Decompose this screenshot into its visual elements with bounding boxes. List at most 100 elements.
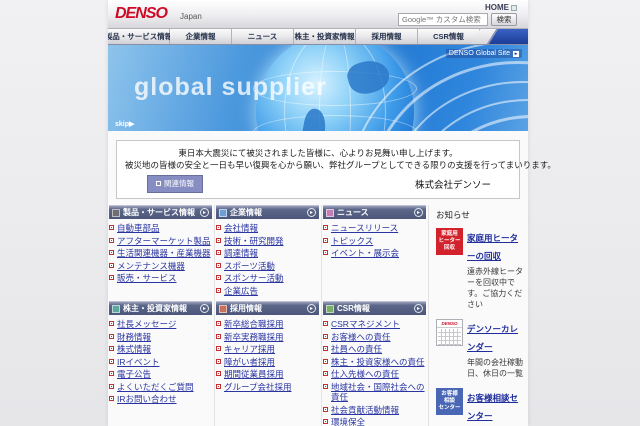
red-square-bullet-icon [323,250,328,255]
link-item: 株式情報 [109,344,212,355]
section-link[interactable]: 社長メッセージ [117,319,176,330]
section-link[interactable]: スポンサー活動 [224,273,284,284]
section-link[interactable]: 期間従業員採用 [224,369,284,380]
section-link[interactable]: スポーツ活動 [224,261,275,272]
section-news: ニュース ▸ ニュースリリース トピックス イベント・展示会 [323,205,426,297]
section-link[interactable]: トピックス [331,236,373,247]
section-title: 製品・サービス情報 [123,208,195,217]
section-csr: CSR情報 ▸ CSRマネジメント お客様への責任 社員への責任 株主・投資家様への責… [323,301,426,426]
section-link[interactable]: 会社情報 [224,223,258,234]
link-item: 社長メッセージ [109,319,212,330]
support-center-icon[interactable]: お客様 相談 センター [436,388,463,415]
link-item: 自動車部品 [109,223,212,234]
section-arrow-icon[interactable]: ▸ [414,304,423,313]
link-item: 期間従業員採用 [216,369,319,380]
red-square-bullet-icon [109,396,114,401]
link-item: グループ会社採用 [216,382,319,393]
logo-region-label: Japan [180,12,202,21]
section-link[interactable]: お客様への責任 [331,332,391,343]
red-square-bullet-icon [323,333,328,339]
red-square-bullet-icon [216,333,221,339]
section-link[interactable]: キャリア採用 [224,344,275,355]
section-link[interactable]: 株式情報 [117,344,151,355]
section-link[interactable]: 社会貢献活動情報 [331,405,399,416]
section-link[interactable]: 企業広告 [224,286,258,297]
link-item: スポーツ活動 [216,261,319,272]
heater-recall-icon[interactable]: 家庭用 ヒーター 回収 [436,228,463,255]
red-square-bullet-icon [216,321,221,326]
section-link[interactable]: よくいただくご質問 [117,382,194,393]
section-link[interactable]: 調達情報 [224,248,258,259]
nav-tab-6[interactable]: CSR情報 [418,29,480,44]
link-item: IRイベント [109,357,212,368]
heater-recall-desc: 遠赤外線ヒーターを回収中です。ご協力ください [467,267,523,309]
section-link[interactable]: 株主・投資家様への責任 [331,357,425,368]
section-link[interactable]: IRイベント [117,357,160,368]
section-link[interactable]: アフターマーケット製品 [117,236,211,247]
link-item: CSRマネジメント [323,319,426,330]
nav-tab-5[interactable]: 採用情報 [356,29,418,44]
global-site-link[interactable]: DENSO Global Site ▸ [445,49,522,58]
section-link[interactable]: CSRマネジメント [331,319,400,330]
section-arrow-icon[interactable]: ▸ [307,304,316,313]
nav-tab-1[interactable]: 製品・サービス情報 [108,29,172,44]
column-1: 製品・サービス情報 ▸ 自動車部品アフターマーケット製品 生活関連機器・産業機器メ… [108,205,215,426]
section-link[interactable]: 障がい者採用 [224,357,275,368]
link-item: 生活関連機器・産業機器 [109,248,212,259]
red-square-bullet-icon [323,346,328,351]
calendar-link[interactable]: デンソーカレンダー [467,324,518,352]
section-link[interactable]: 技術・研究開発 [224,236,284,247]
section-arrow-icon[interactable]: ▸ [200,304,209,313]
section-arrow-icon[interactable]: ▸ [414,208,423,217]
home-link[interactable]: HOME [485,3,517,12]
link-item: トピックス [323,236,426,247]
red-square-bullet-icon [323,237,328,243]
section-link[interactable]: 財務情報 [117,332,151,343]
section-title: 企業情報 [230,208,262,217]
red-square-bullet-icon [323,321,328,326]
section-link[interactable]: 生活関連機器・産業機器 [117,248,211,259]
section-link[interactable]: グループ会社採用 [224,382,292,393]
search-button[interactable]: 検索 [491,13,517,26]
heater-recall-link[interactable]: 家庭用ヒーターの回収 [467,233,518,261]
global-site-label: DENSO Global Site [448,50,510,57]
section-link[interactable]: 自動車部品 [117,223,160,234]
nav-tab-2[interactable]: 企業情報 [170,29,232,44]
section-link[interactable]: 電子公告 [117,369,151,380]
link-item: 電子公告 [109,369,212,380]
section-arrow-icon[interactable]: ▸ [200,208,209,217]
search-input[interactable] [398,13,488,26]
section-link[interactable]: 環境保全 [331,417,365,426]
section-title: 株主・投資家情報 [123,304,187,313]
red-square-bullet-icon [109,358,114,364]
home-label: HOME [485,3,509,12]
red-square-bullet-icon [323,383,328,389]
related-info-button[interactable]: 関連情報 [147,175,203,193]
section-arrow-icon[interactable]: ▸ [307,208,316,217]
section-link[interactable]: 新卒総合職採用 [224,319,284,330]
company-signature: 株式会社デンソー [414,181,491,191]
section-link[interactable]: 新卒実務職採用 [224,332,284,343]
section-link[interactable]: ニュースリリース [331,223,398,234]
sidebar-notice-title: お知らせ [436,210,470,220]
main-link-area: 製品・サービス情報 ▸ 自動車部品アフターマーケット製品 生活関連機器・産業機器メ… [108,205,528,426]
section-link[interactable]: 販売・サービス [117,273,177,284]
link-item: ニュースリリース [323,223,426,234]
skip-link[interactable]: skip▶ [115,120,134,128]
link-item: 社員への責任 [323,344,426,355]
section-products: 製品・サービス情報 ▸ 自動車部品アフターマーケット製品 生活関連機器・産業機器メ… [109,205,212,297]
red-square-bullet-icon [109,237,114,243]
section-link[interactable]: 仕入先様への責任 [331,369,399,380]
section-link[interactable]: 社員への責任 [331,344,382,355]
support-center-link[interactable]: お客様相談センター [467,393,518,421]
section-link[interactable]: 地域社会・国際社会への責任 [331,382,426,403]
nav-tab-3[interactable]: ニュース [232,29,294,44]
section-title: 採用情報 [230,304,262,313]
section-link[interactable]: IRお問い合わせ [117,394,177,405]
section-corporate: 企業情報 ▸ 会社情報技術・研究開発 調達情報スポーツ活動 スポンサー活動 企業広告 [216,205,319,297]
nav-tab-4[interactable]: 株主・投資家情報 [294,29,356,44]
section-link[interactable]: メンテナンス機器 [117,261,185,272]
calendar-icon[interactable]: DENSO [436,319,463,346]
section-investors: 株主・投資家情報 ▸ 社長メッセージ 財務情報 株式情報 IRイベント 電子公告よくいた… [109,301,212,405]
section-link[interactable]: イベント・展示会 [331,248,399,259]
